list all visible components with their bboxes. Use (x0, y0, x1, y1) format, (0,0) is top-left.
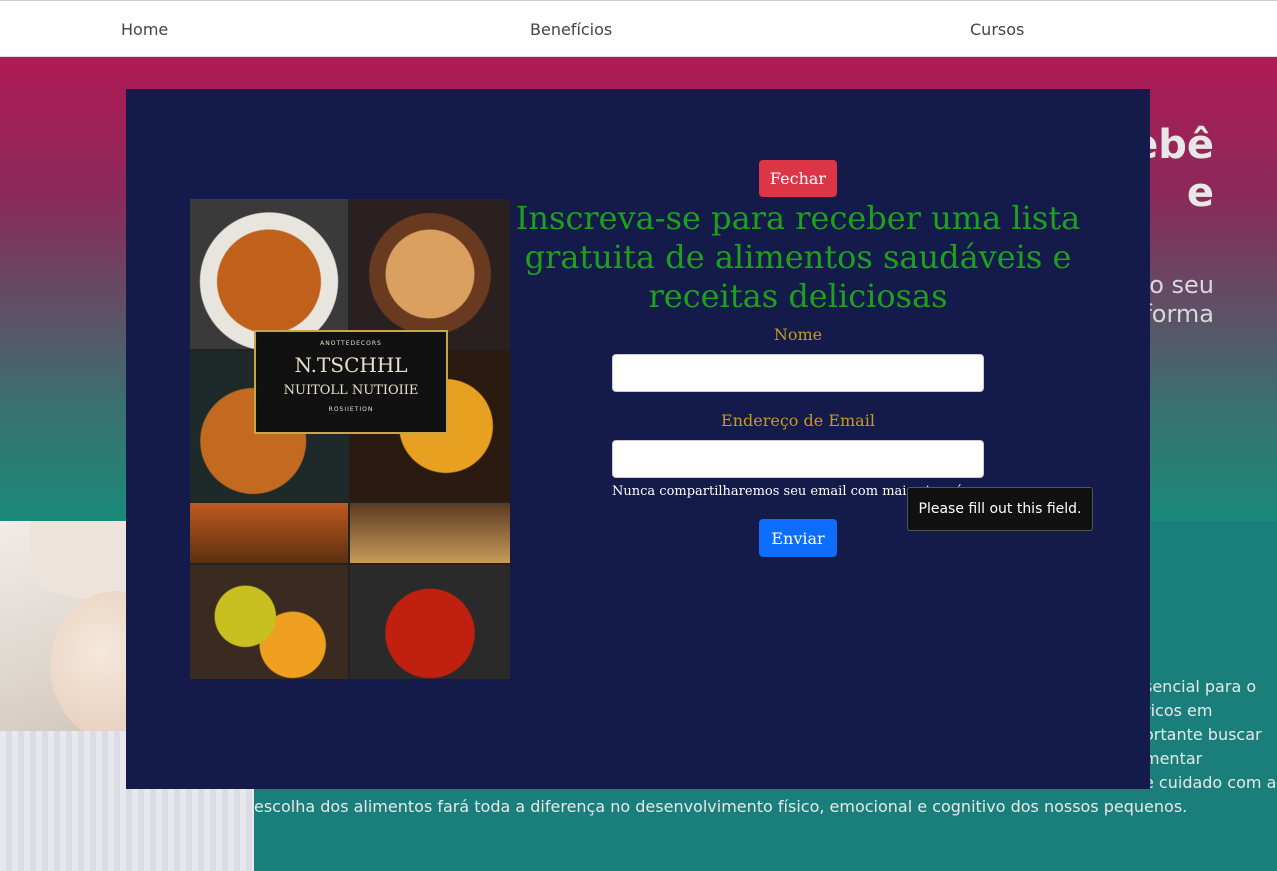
cover-photo-soup (190, 503, 348, 563)
paragraph-fragment: e cuidado com a (1144, 773, 1277, 792)
signup-modal: ANOTTEDECORS N.TSCHHL NUITOLL NUTIOIIE R… (126, 89, 1150, 789)
name-label: Nome (773, 325, 823, 344)
cover-title: N.TSCHHL (294, 353, 408, 377)
paragraph-fragment: ricos em (1144, 701, 1213, 720)
ebook-cover-label: ANOTTEDECORS N.TSCHHL NUITOLL NUTIOIIE R… (254, 330, 448, 434)
paragraph-fragment: ortante buscar (1144, 725, 1262, 744)
cover-small-text: ROSIIETION (328, 406, 374, 413)
nav-link-home[interactable]: Home (121, 20, 168, 39)
ebook-cover-image: ANOTTEDECORS N.TSCHHL NUITOLL NUTIOIIE R… (190, 199, 510, 679)
cover-small-text: ANOTTEDECORS (320, 340, 382, 347)
paragraph-fragment: mentar (1144, 749, 1203, 768)
cover-subtitle: NUITOLL NUTIOIIE (283, 383, 419, 398)
close-button[interactable]: Fechar (759, 160, 837, 197)
cover-photo-soup (190, 199, 348, 349)
modal-title: Inscreva-se para receber uma lista gratu… (515, 199, 1081, 315)
validation-tooltip: Please fill out this field. (907, 487, 1093, 531)
top-navbar: Home Benefícios Cursos (0, 0, 1277, 57)
cover-photo-soup (350, 199, 510, 349)
name-input[interactable] (612, 354, 984, 392)
cover-photo-soup (350, 503, 510, 563)
cover-photo-soup (350, 565, 510, 679)
cover-photo-fruit (190, 565, 348, 679)
email-input[interactable] (612, 440, 984, 478)
paragraph-fragment: sencial para o (1144, 677, 1257, 696)
paragraph-fragment: escolha dos alimentos fará toda a difere… (254, 797, 1188, 816)
email-label: Endereço de Email (721, 411, 875, 430)
nav-link-beneficios[interactable]: Benefícios (530, 20, 612, 39)
submit-button[interactable]: Enviar (759, 519, 837, 557)
nav-link-cursos[interactable]: Cursos (970, 20, 1024, 39)
